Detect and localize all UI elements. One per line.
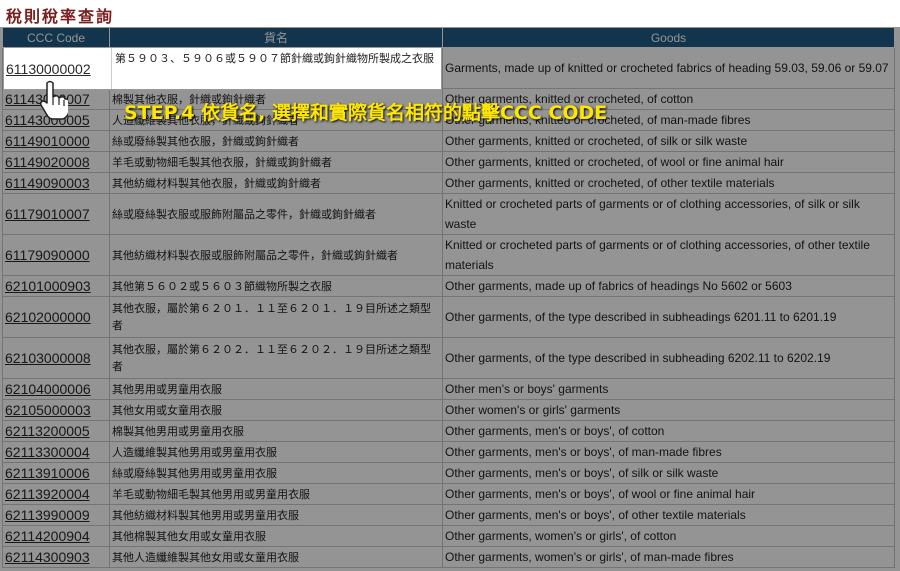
ccc-code-link[interactable]: 62113990009 <box>5 507 90 523</box>
ccc-code-cell: 62113200005 <box>2 420 110 442</box>
table-row: 61149020008 羊毛或動物細毛製其他衣服，針織或鉤針織者 Other gar… <box>2 151 895 173</box>
ccc-code-cell: 61179010007 <box>2 193 110 235</box>
table-row: 62102000000 其他衣服，屬於第６２０１．１１至６２０１．１９目所述之類型… <box>2 296 895 338</box>
goods-english-cell: Other garments, men's or boys', of other… <box>442 504 895 526</box>
ccc-code-cell: 61179090000 <box>2 234 110 276</box>
goods-name-cell: 其他第５６０２或５６０３節織物所製之衣服 <box>109 275 443 297</box>
ccc-code-link[interactable]: 61179090000 <box>5 247 90 263</box>
ccc-code-link[interactable]: 62114200904 <box>5 528 90 544</box>
ccc-code-link[interactable]: 62104000006 <box>5 381 91 397</box>
table-row: 62104000006 其他男用或男童用衣服 Other men's or boys… <box>2 378 895 400</box>
goods-english-cell: Other women's or girls' garments <box>442 399 895 421</box>
goods-name-cell: 羊毛或動物細毛製其他男用或男童用衣服 <box>109 483 443 505</box>
table-row: 62113200005 棉製其他男用或男童用衣服 Other garments, m… <box>2 420 895 442</box>
goods-english-cell: Garments, made up of knitted or crochete… <box>442 47 895 89</box>
ccc-code-cell: 61149010000 <box>2 130 110 152</box>
ccc-code-link[interactable]: 61149020008 <box>5 154 90 170</box>
goods-name-cell: 其他衣服，屬於第６２０２．１１至６２０２．１９目所述之類型者 <box>109 337 443 379</box>
highlighted-row[interactable]: 61130000002 第５９０３、５９０６或５９０７節針織或鉤針織物所製成之衣… <box>3 47 442 90</box>
highlighted-goods-name: 第５９０３、５９０６或５９０７節針織或鉤針織物所製成之衣服 <box>115 52 434 65</box>
goods-english-cell: Other garments, women's or girls', of co… <box>442 525 895 547</box>
table-row: 62114200904 其他棉製其他女用或女童用衣服 Other garments,… <box>2 525 895 547</box>
table-row: 61149010000 絲或廢絲製其他衣服，針織或鉤針織者 Other garmen… <box>2 130 895 152</box>
ccc-code-cell: 62105000003 <box>2 399 110 421</box>
goods-name-cell: 其他紡織材料製其他衣服，針織或鉤針織者 <box>109 172 443 194</box>
ccc-code-cell: 62102000000 <box>2 296 110 338</box>
ccc-code-link[interactable]: 62101000903 <box>5 278 91 294</box>
goods-english-cell: Other garments, knitted or crocheted, of… <box>442 172 895 194</box>
goods-name-cell: 其他紡織材料製其他男用或男童用衣服 <box>109 504 443 526</box>
goods-english-cell: Other garments, men's or boys', of silk … <box>442 462 895 484</box>
ccc-code-cell: 62103000008 <box>2 337 110 379</box>
step-callout: STEP.4 依貨名, 選擇和實際貨名相符的點擊CCC CODE <box>124 102 608 124</box>
table-row: 62113990009 其他紡織材料製其他男用或男童用衣服 Other garmen… <box>2 504 895 526</box>
table-row: 61149090003 其他紡織材料製其他衣服，針織或鉤針織者 Other garm… <box>2 172 895 194</box>
page-title: 稅則稅率查詢 <box>6 7 115 26</box>
ccc-code-cell: 61149020008 <box>2 151 110 173</box>
ccc-code-link[interactable]: 62113920004 <box>5 486 90 502</box>
ccc-code-link[interactable]: 61149090003 <box>5 175 90 191</box>
goods-english-cell: Other garments, knitted or crocheted, of… <box>442 151 895 173</box>
goods-name-cell: 其他女用或女童用衣服 <box>109 399 443 421</box>
table-row: 62113910006 絲或廢絲製其他男用或男童用衣服 Other garments… <box>2 462 895 484</box>
goods-name-cell: 人造纖維製其他男用或男童用衣服 <box>109 441 443 463</box>
goods-english-cell: Knitted or crocheted parts of garments o… <box>442 234 895 276</box>
ccc-code-cell: 62104000006 <box>2 378 110 400</box>
ccc-code-cell: 62114300903 <box>2 546 110 568</box>
ccc-code-cell: 61149090003 <box>2 172 110 194</box>
goods-english-cell: Other garments, women's or girls', of ma… <box>442 546 895 568</box>
ccc-code-cell: 62114200904 <box>2 525 110 547</box>
ccc-code-cell: 62113990009 <box>2 504 110 526</box>
column-header-code: CCC Code <box>2 27 110 48</box>
ccc-code-link[interactable]: 61149010000 <box>5 133 90 149</box>
column-header-name: 貨名 <box>109 27 443 48</box>
ccc-code-cell: 62113300004 <box>2 441 110 463</box>
ccc-code-link[interactable]: 62105000003 <box>5 402 91 418</box>
goods-name-cell: 絲或廢絲製其他男用或男童用衣服 <box>109 462 443 484</box>
goods-english-cell: Other garments, men's or boys', of cotto… <box>442 420 895 442</box>
goods-name-cell: 其他人造纖維製其他女用或女童用衣服 <box>109 546 443 568</box>
ccc-code-cell: 62113920004 <box>2 483 110 505</box>
goods-english-cell: Other garments, knitted or crocheted, of… <box>442 130 895 152</box>
ccc-code-link[interactable]: 61179010007 <box>5 206 90 222</box>
table-row: 62101000903 其他第５６０２或５６０３節織物所製之衣服 Other gar… <box>2 275 895 297</box>
ccc-code-link[interactable]: 62113910006 <box>5 465 90 481</box>
table-row: 61179010007 絲或廢絲製衣服或服飾附屬品之零件，針織或鉤針織者 Knitt… <box>2 193 895 235</box>
ccc-code-link[interactable]: 62114300903 <box>5 549 90 565</box>
ccc-code-cell: 62113910006 <box>2 462 110 484</box>
table-row: 62114300903 其他人造纖維製其他女用或女童用衣服 Other garmen… <box>2 546 895 568</box>
goods-name-cell: 其他衣服，屬於第６２０１．１１至６２０１．１９目所述之類型者 <box>109 296 443 338</box>
goods-english-cell: Other men's or boys' garments <box>442 378 895 400</box>
goods-name-cell: 其他男用或男童用衣服 <box>109 378 443 400</box>
table-row: 62103000008 其他衣服，屬於第６２０２．１１至６２０２．１９目所述之類型… <box>2 337 895 379</box>
goods-english-cell: Knitted or crocheted parts of garments o… <box>442 193 895 235</box>
goods-name-cell: 其他棉製其他女用或女童用衣服 <box>109 525 443 547</box>
column-header-goods: Goods <box>442 27 895 48</box>
hand-pointer-icon <box>40 80 68 120</box>
goods-english-cell: Other garments, made up of fabrics of he… <box>442 275 895 297</box>
goods-name-cell: 其他紡織材料製衣服或服飾附屬品之零件，針織或鉤針織者 <box>109 234 443 276</box>
ccc-code-link[interactable]: 62103000008 <box>5 350 91 366</box>
goods-name-cell: 絲或廢絲製其他衣服，針織或鉤針織者 <box>109 130 443 152</box>
table-row: 62105000003 其他女用或女童用衣服 Other women's or gi… <box>2 399 895 421</box>
goods-name-cell: 絲或廢絲製衣服或服飾附屬品之零件，針織或鉤針織者 <box>109 193 443 235</box>
goods-name-cell: 羊毛或動物細毛製其他衣服，針織或鉤針織者 <box>109 151 443 173</box>
goods-english-cell: Other garments, of the type described in… <box>442 296 895 338</box>
table-row: 62113300004 人造纖維製其他男用或男童用衣服 Other garments… <box>2 441 895 463</box>
ccc-code-link[interactable]: 62113300004 <box>5 444 90 460</box>
goods-english-cell: Other garments, men's or boys', of wool … <box>442 483 895 505</box>
goods-english-cell: Other garments, men's or boys', of man-m… <box>442 441 895 463</box>
ccc-code-link[interactable]: 62102000000 <box>5 309 91 325</box>
table-row: 62113920004 羊毛或動物細毛製其他男用或男童用衣服 Other garme… <box>2 483 895 505</box>
goods-name-cell: 棉製其他男用或男童用衣服 <box>109 420 443 442</box>
goods-english-cell: Other garments, of the type described in… <box>442 337 895 379</box>
table-row: 61179090000 其他紡織材料製衣服或服飾附屬品之零件，針織或鉤針織者 Kni… <box>2 234 895 276</box>
ccc-code-link[interactable]: 62113200005 <box>5 423 90 439</box>
ccc-code-cell: 62101000903 <box>2 275 110 297</box>
